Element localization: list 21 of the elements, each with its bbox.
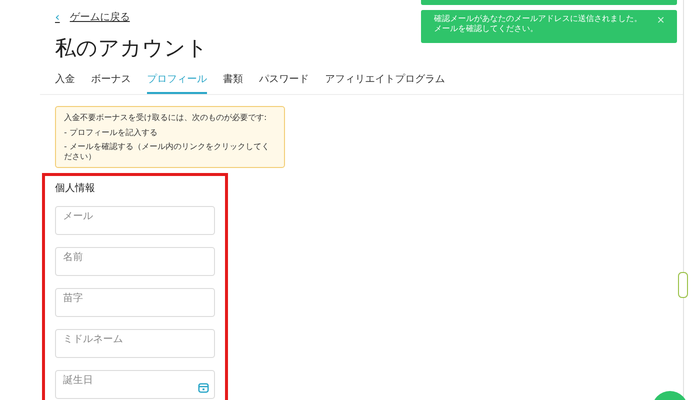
toast-message: 確認メールがあなたのメールアドレスに送信されました。メールを確認してください。 [434, 14, 643, 35]
input-field[interactable]: 苗字 [55, 288, 215, 318]
input-field[interactable]: ミドルネーム [55, 329, 215, 358]
input-field[interactable]: メール [55, 206, 215, 236]
tab[interactable]: ボーナス [91, 72, 131, 94]
notice-item: - メールを確認する（メール内のリンクをクリックしてください） [64, 142, 270, 162]
tab[interactable]: 入金 [55, 72, 75, 94]
tab[interactable]: パスワード [259, 72, 309, 94]
notice-item: - プロフィールを記入する [64, 128, 158, 138]
date-field[interactable]: 誕生日 [55, 370, 215, 400]
back-link[interactable]: ‹ ゲームに戻る [55, 10, 130, 24]
side-widget[interactable] [678, 272, 688, 298]
page-title: 私のアカウント [55, 35, 209, 62]
calendar-icon[interactable] [198, 382, 209, 394]
tab[interactable]: アフィリエイトプログラム [325, 72, 445, 94]
notice-text: 入金不要ボーナスを受け取るには、次のものが必要です: [64, 113, 268, 123]
input-field[interactable]: 名前 [55, 247, 215, 276]
close-button[interactable]: × [656, 14, 665, 26]
tab[interactable]: プロフィール [147, 72, 207, 94]
section-heading: 個人情報 [55, 182, 96, 196]
tab[interactable]: 書類 [223, 72, 243, 94]
